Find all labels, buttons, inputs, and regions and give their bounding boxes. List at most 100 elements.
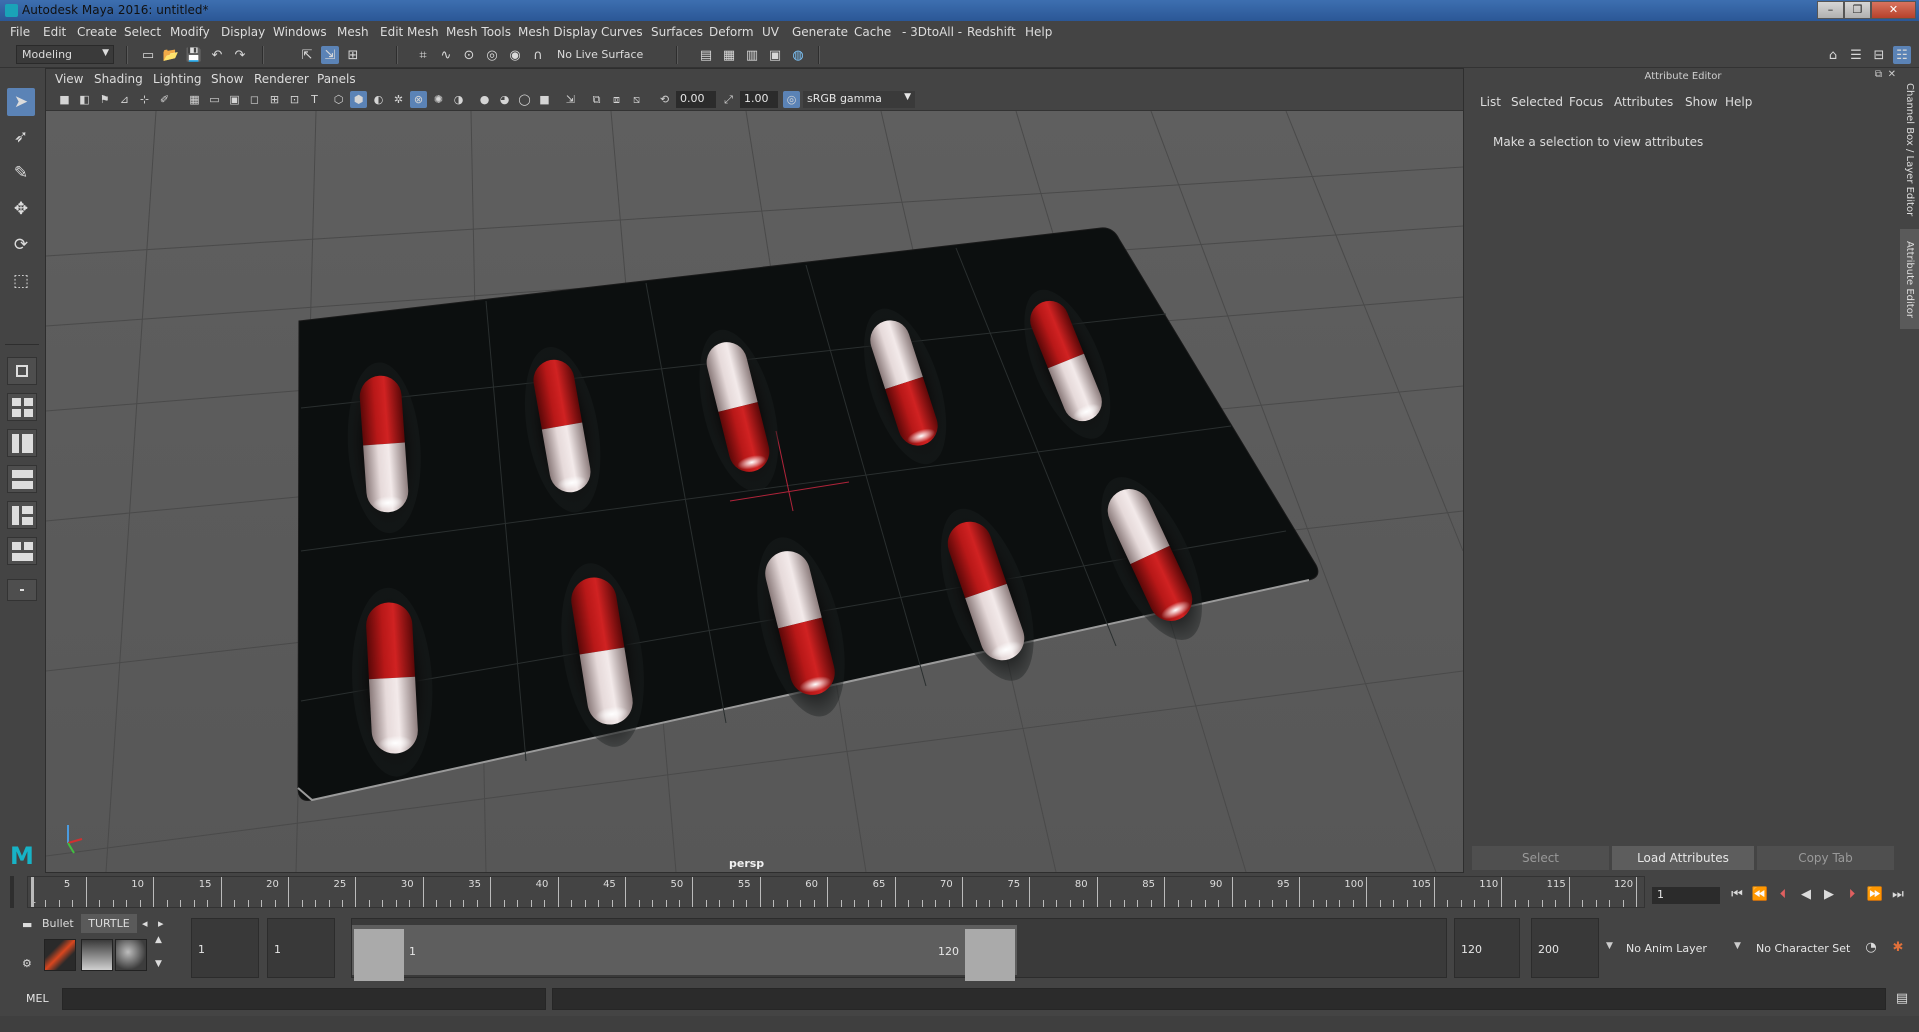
shelf-expand-down-icon[interactable]: ▼ xyxy=(155,955,165,974)
select-by-component-icon[interactable]: ⊞ xyxy=(344,46,362,64)
close-panel-icon[interactable]: ✕ xyxy=(1888,69,1896,80)
snap-to-point-icon[interactable]: ⊙ xyxy=(460,46,478,64)
menu-mesh[interactable]: Mesh xyxy=(337,25,369,39)
viewport-menu-renderer[interactable]: Renderer xyxy=(254,72,309,86)
attr-menu-help[interactable]: Help xyxy=(1725,95,1752,109)
xray-joints-icon[interactable]: ⧉ xyxy=(588,91,605,108)
turtle-bake-icon[interactable] xyxy=(81,939,113,971)
safe-action-icon[interactable]: ⊡ xyxy=(286,91,303,108)
snap-to-grid-icon[interactable]: ⌗ xyxy=(414,46,432,64)
persp-outliner-layout-icon[interactable] xyxy=(7,429,37,457)
use-all-lights-icon[interactable]: ⊗ xyxy=(410,91,427,108)
viewport-menu-lighting[interactable]: Lighting xyxy=(153,72,202,86)
menu-3dtoall[interactable]: - 3DtoAll - xyxy=(902,25,962,39)
animation-start-field[interactable]: 1 xyxy=(191,918,259,978)
menu-deform[interactable]: Deform xyxy=(709,25,754,39)
menu-windows[interactable]: Windows xyxy=(273,25,327,39)
open-scene-icon[interactable]: 📂 xyxy=(162,46,180,64)
shelf-menu-icon[interactable]: ▬ xyxy=(22,915,34,931)
snap-to-live-icon[interactable]: ◉ xyxy=(506,46,524,64)
attr-menu-attributes[interactable]: Attributes xyxy=(1614,95,1673,109)
select-by-hierarchy-icon[interactable]: ⇱ xyxy=(298,46,316,64)
live-surface-field[interactable]: No Live Surface xyxy=(552,46,650,64)
render-settings-icon[interactable]: ▤ xyxy=(697,46,715,64)
resolution-gate-icon[interactable]: ▣ xyxy=(226,91,243,108)
viewport-menu-panels[interactable]: Panels xyxy=(317,72,356,86)
grease-pencil-icon[interactable]: ✐ xyxy=(156,91,173,108)
shelf-tab-turtle[interactable]: TURTLE xyxy=(81,914,137,933)
script-editor-icon[interactable]: ▤ xyxy=(1893,989,1911,1007)
close-button[interactable]: ✕ xyxy=(1871,1,1916,19)
render-view-icon[interactable]: ▣ xyxy=(766,46,784,64)
bookmark-icon[interactable]: ⚑ xyxy=(96,91,113,108)
magnet-icon[interactable]: ∩ xyxy=(529,46,547,64)
playback-start-field[interactable]: 1 xyxy=(267,918,335,978)
channel-box-tab[interactable]: Channel Box / Layer Editor xyxy=(1900,82,1919,217)
mode-selector[interactable]: Modeling ▼ xyxy=(16,45,114,64)
new-scene-icon[interactable]: ▭ xyxy=(139,46,157,64)
viewport-menu-view[interactable]: View xyxy=(55,72,83,86)
turtle-surface-icon[interactable] xyxy=(115,939,147,971)
undo-icon[interactable]: ↶ xyxy=(208,46,226,64)
menu-select[interactable]: Select xyxy=(124,25,161,39)
menu-mesh-display[interactable]: Mesh Display xyxy=(518,25,598,39)
select-camera-icon[interactable]: ■ xyxy=(56,91,73,108)
select-tool-icon[interactable]: ➤ xyxy=(7,88,35,116)
persp-graph-layout-icon[interactable] xyxy=(7,465,37,493)
attr-menu-selected[interactable]: Selected xyxy=(1511,95,1563,109)
menu-generate[interactable]: Generate xyxy=(792,25,848,39)
snap-to-curve-icon[interactable]: ∿ xyxy=(437,46,455,64)
range-slider-bar-fill[interactable]: 1 120 xyxy=(352,925,1017,981)
xray-icon[interactable]: ⇲ xyxy=(562,91,579,108)
field-chart-icon[interactable]: ⊞ xyxy=(266,91,283,108)
select-by-object-icon[interactable]: ⇲ xyxy=(321,46,339,64)
float-panel-icon[interactable]: ⧉ xyxy=(1875,69,1882,80)
four-view-layout-icon[interactable] xyxy=(7,393,37,421)
isolate-select-icon[interactable]: ■ xyxy=(536,91,553,108)
load-attributes-button[interactable]: Load Attributes xyxy=(1612,846,1754,870)
copy-tab-button[interactable]: Copy Tab xyxy=(1757,846,1894,870)
range-slider-track[interactable]: 1 120 xyxy=(351,918,1447,981)
shadows-icon[interactable]: ✺ xyxy=(430,91,447,108)
grid-toggle-icon[interactable]: ▦ xyxy=(186,91,203,108)
single-perspective-layout-icon[interactable] xyxy=(7,357,37,385)
step-forward-key-icon[interactable]: ⏩ xyxy=(1866,885,1884,903)
snap-to-view-plane-icon[interactable]: ◎ xyxy=(483,46,501,64)
2d-pan-zoom-icon[interactable]: ⊹ xyxy=(136,91,153,108)
menu-uv[interactable]: UV xyxy=(762,25,779,39)
attr-menu-focus[interactable]: Focus xyxy=(1569,95,1603,109)
smooth-shade-icon[interactable]: ⬢ xyxy=(350,91,367,108)
select-button[interactable]: Select xyxy=(1472,846,1609,870)
time-ruler[interactable]: 1510152025303540455055606570758085909510… xyxy=(27,876,1645,908)
current-time-marker[interactable] xyxy=(31,877,34,907)
menu-create[interactable]: Create xyxy=(77,25,117,39)
save-scene-icon[interactable]: 💾 xyxy=(185,46,203,64)
rotate-tool-icon[interactable]: ⟳ xyxy=(7,231,35,259)
animation-end-field[interactable]: 200 xyxy=(1531,918,1599,978)
motion-blur-icon[interactable]: ● xyxy=(476,91,493,108)
current-frame-field[interactable]: 1 xyxy=(1652,887,1720,904)
menu-cache[interactable]: Cache xyxy=(854,25,891,39)
tool-settings-icon[interactable]: ⊟ xyxy=(1870,46,1888,64)
shelf-expand-up-icon[interactable]: ▲ xyxy=(155,931,165,950)
turtle-render-icon[interactable] xyxy=(44,939,76,971)
menu-redshift[interactable]: Redshift xyxy=(967,25,1016,39)
exposure-reset-icon[interactable]: ⟲ xyxy=(656,91,673,108)
play-backward-icon[interactable]: ◀ xyxy=(1797,885,1815,903)
outliner-graph-layout-icon[interactable] xyxy=(7,501,37,529)
playback-end-field[interactable]: 120 xyxy=(1454,918,1520,978)
scale-tool-icon[interactable]: ⬚ xyxy=(7,267,35,295)
viewport-menu-shading[interactable]: Shading xyxy=(94,72,143,86)
go-to-start-icon[interactable]: ⏮ xyxy=(1728,885,1746,903)
minimize-button[interactable]: – xyxy=(1817,1,1844,19)
wireframe-on-shaded-icon[interactable]: ◐ xyxy=(370,91,387,108)
character-set-select[interactable]: No Character Set xyxy=(1750,918,1856,978)
modeling-toolkit-icon[interactable]: ⌂ xyxy=(1824,46,1842,64)
camera-attributes-icon[interactable]: ◧ xyxy=(76,91,93,108)
ipr-render-icon[interactable]: ▥ xyxy=(743,46,761,64)
anim-layer-select[interactable]: No Anim Layer xyxy=(1620,918,1724,978)
paint-select-tool-icon[interactable]: ✎ xyxy=(7,159,35,187)
safe-title-icon[interactable]: T xyxy=(306,91,323,108)
range-start-handle[interactable] xyxy=(354,929,404,981)
render-frame-icon[interactable]: ▦ xyxy=(720,46,738,64)
